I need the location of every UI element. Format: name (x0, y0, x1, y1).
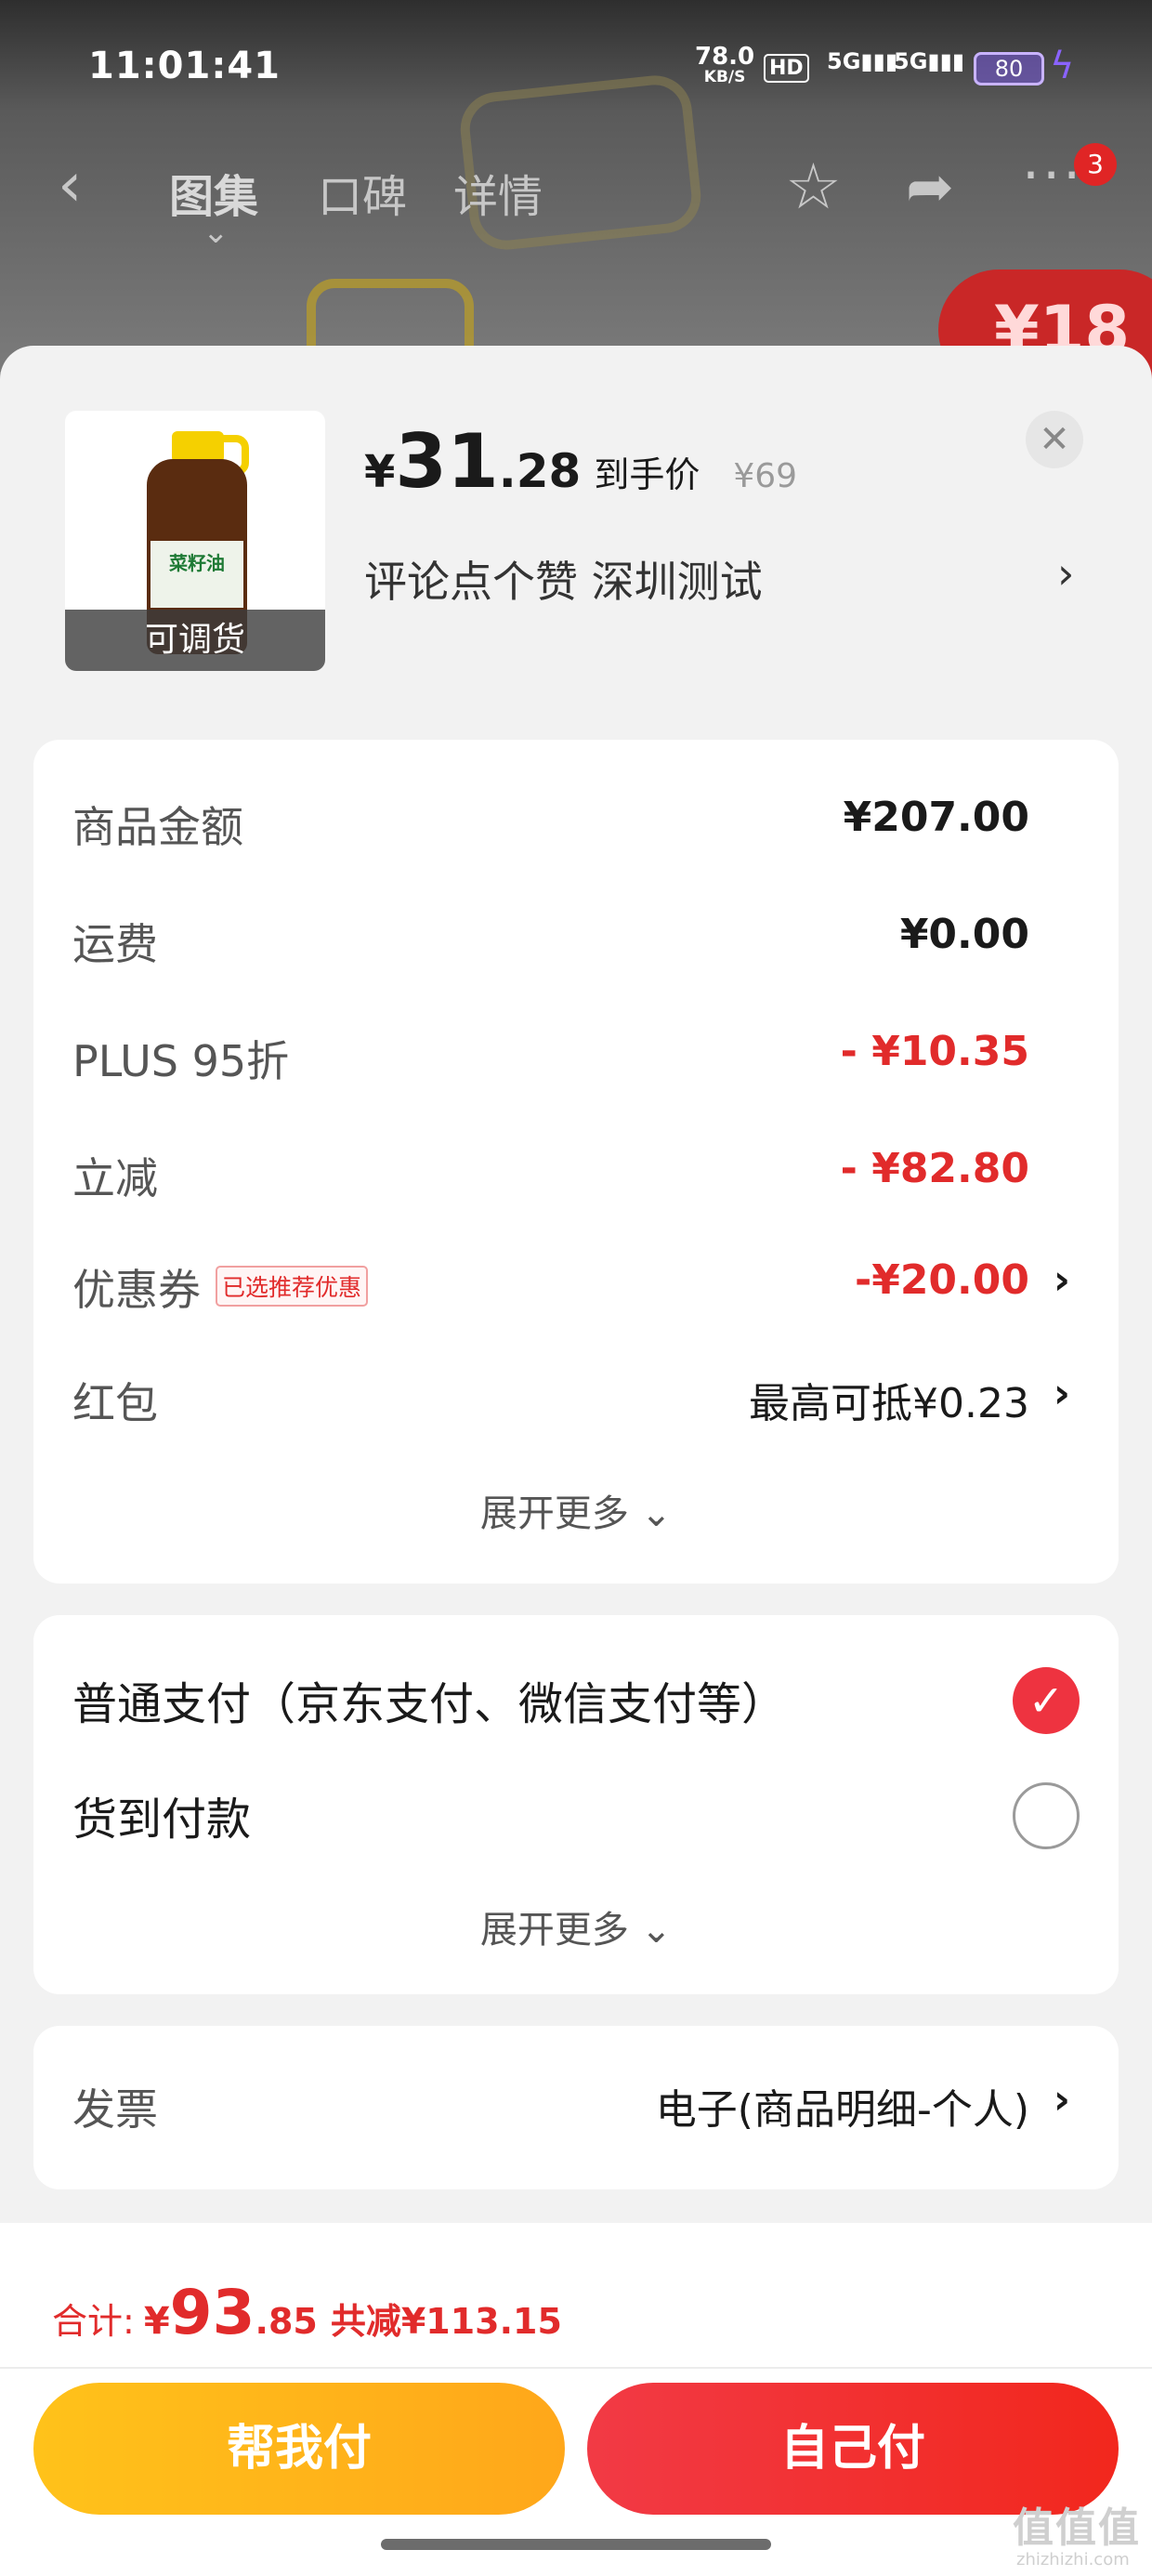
price-tag-label: 到手价 (594, 454, 700, 495)
radio-unchecked-icon[interactable] (1013, 1782, 1080, 1849)
row-value: ¥207.00 (843, 794, 1029, 841)
payment-option-label: 货到付款 (72, 1794, 252, 1846)
status-bar: 11:01:41 78.0 KB/S HD 5G▮▮▮ 5G▮▮▮ 80 ϟ (0, 0, 1152, 139)
product-thumbnail[interactable]: 菜籽油 可调货 (65, 411, 325, 671)
chevron-right-icon[interactable]: › (1054, 1370, 1070, 1417)
status-time: 11:01:41 (88, 45, 281, 87)
expand-more-button[interactable]: 展开更多 ⌄ (33, 1899, 1119, 1953)
hd-icon: HD (764, 54, 809, 83)
total-label: 合计: (52, 2301, 135, 2342)
delivery-address[interactable]: 评论点个赞 深圳测试 (364, 548, 763, 610)
notification-badge: 3 (1074, 143, 1117, 186)
invoice-row[interactable]: 发票 电子(商品明细-个人) › (33, 2076, 1119, 2141)
row-value: ¥0.00 (899, 911, 1029, 958)
home-indicator[interactable] (381, 2539, 771, 2550)
expand-more-button[interactable]: 展开更多 ⌄ (33, 1483, 1119, 1537)
chevron-right-icon[interactable]: › (1057, 548, 1074, 598)
star-icon[interactable]: ☆ (785, 151, 842, 224)
recommended-badge: 已选推荐优惠 (216, 1266, 369, 1307)
battery-icon: 80 (974, 52, 1044, 85)
bottle-cap (172, 431, 224, 463)
background-product-page: ¥18 11:01:41 78.0 KB/S HD 5G▮▮▮ 5G▮▮▮ 80… (0, 0, 1152, 390)
chevron-right-icon[interactable]: › (1054, 1256, 1070, 1304)
row-label: 运费 (72, 919, 158, 969)
invoice-value: 电子(商品明细-个人) (655, 2086, 1029, 2134)
price-decimal: .28 (498, 444, 582, 498)
payment-option-standard[interactable]: 普通支付（京东支付、微信支付等） ✓ (33, 1667, 1119, 1741)
share-icon[interactable]: ➦ (906, 152, 954, 220)
row-label: 立减 (72, 1153, 158, 1203)
check-icon[interactable]: ✓ (1013, 1667, 1080, 1734)
price-integer: 31 (395, 418, 499, 505)
final-price: ¥31.28 到手价 ¥69 (364, 418, 797, 505)
charging-icon: ϟ (1050, 45, 1075, 87)
total-currency: ¥ (143, 2300, 170, 2343)
checkout-footer: 合计: ¥93.85 共减¥113.15 帮我付 自己付 值值值 zhizhizhi… (0, 2223, 1152, 2576)
row-value: - ¥82.80 (840, 1145, 1029, 1192)
invoice-label: 发票 (72, 2084, 158, 2135)
close-icon[interactable]: ✕ (1026, 411, 1083, 468)
row-coupon[interactable]: 优惠券 已选推荐优惠 -¥20.00 › (33, 1256, 1119, 1321)
row-shipping: 运费 ¥0.00 (33, 911, 1119, 976)
row-red-packet[interactable]: 红包 最高可抵¥0.23 › (33, 1370, 1119, 1435)
expand-more-label: 展开更多 (479, 1492, 629, 1535)
total-decimal: .85 (255, 2301, 318, 2342)
chevron-right-icon[interactable]: › (1054, 2076, 1070, 2123)
signal-label: 5G (827, 48, 861, 74)
expand-more-label: 展开更多 (479, 1909, 629, 1952)
signal-icon-2: 5G▮▮▮ (894, 48, 965, 74)
row-value: -¥20.00 (854, 1256, 1029, 1304)
order-total: 合计: ¥93.85 共减¥113.15 (52, 2277, 562, 2348)
network-speed: 78.0 KB/S (695, 45, 754, 87)
product-nav-bar: ‹ 图集 ⌄ 口碑 详情 ☆ ➦ ··· 3 (0, 143, 1152, 251)
row-label: 优惠券 已选推荐优惠 (72, 1256, 369, 1318)
payment-method-card: 普通支付（京东支付、微信支付等） ✓ 货到付款 展开更多 ⌄ (33, 1615, 1119, 1994)
divider (0, 2367, 1152, 2369)
row-value: 最高可抵¥0.23 (749, 1380, 1029, 1427)
watermark-url: zhizhizhi.com (1016, 2550, 1130, 2569)
back-arrow-icon[interactable]: ‹ (58, 149, 82, 220)
watermark-logo: 值值值 (1013, 2504, 1141, 2552)
more-icon[interactable]: ··· (1022, 143, 1083, 208)
row-label: 商品金额 (72, 802, 243, 852)
tab-active-indicator: ⌄ (203, 214, 229, 251)
tab-details[interactable]: 详情 (453, 160, 543, 225)
coupon-label: 优惠券 (72, 1265, 201, 1315)
total-savings: 共减¥113.15 (330, 2301, 562, 2342)
total-integer: 93 (169, 2277, 255, 2348)
signal-icon: 5G▮▮▮ (827, 48, 898, 74)
payment-option-label: 普通支付（京东支付、微信支付等） (72, 1678, 787, 1730)
chevron-down-icon: ⌄ (640, 1909, 673, 1952)
row-label: 红包 (72, 1378, 158, 1428)
row-goods-amount: 商品金额 ¥207.00 (33, 794, 1119, 859)
row-instant-discount: 立减 - ¥82.80 (33, 1145, 1119, 1210)
price-currency: ¥ (364, 446, 396, 498)
stock-caption: 可调货 (65, 610, 325, 671)
original-price: ¥69 (733, 457, 798, 495)
row-label: PLUS 95折 (72, 1036, 290, 1086)
row-value: - ¥10.35 (840, 1028, 1029, 1075)
price-breakdown-card: 商品金额 ¥207.00 运费 ¥0.00 PLUS 95折 - ¥10.35 … (33, 740, 1119, 1584)
chevron-down-icon: ⌄ (640, 1492, 673, 1535)
row-plus-discount: PLUS 95折 - ¥10.35 (33, 1028, 1119, 1093)
help-me-pay-button[interactable]: 帮我付 (33, 2383, 565, 2515)
tab-reviews[interactable]: 口碑 (318, 160, 407, 225)
invoice-card[interactable]: 发票 电子(商品明细-个人) › (33, 2026, 1119, 2189)
bottle-label: 菜籽油 (151, 541, 243, 608)
signal-label-2: 5G (894, 48, 928, 74)
payment-option-cod[interactable]: 货到付款 (33, 1782, 1119, 1857)
